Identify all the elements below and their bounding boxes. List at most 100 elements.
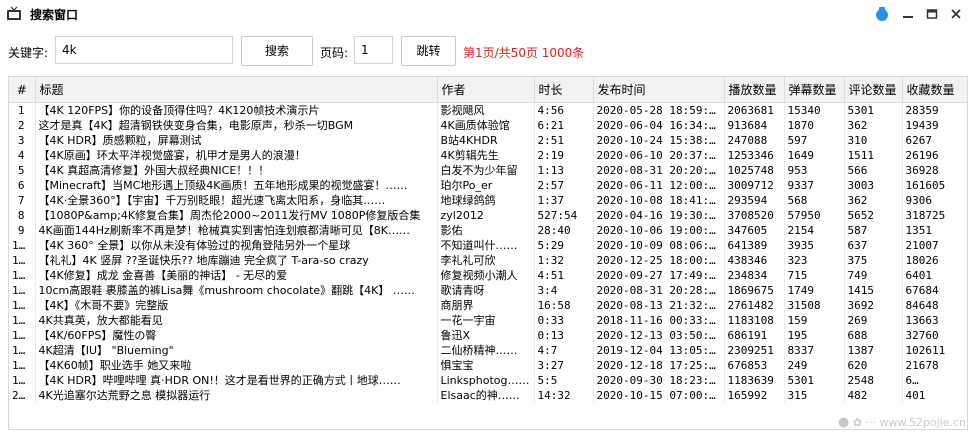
table-cell: 1183108 [724, 313, 785, 328]
results-table[interactable]: # 标题 作者 时长 发布时间 播放数量 弹幕数量 评论数量 收藏数量 1 【4K 120FPS】… [8, 76, 968, 430]
minimize-button[interactable] [898, 4, 918, 24]
table-cell: 310 [844, 133, 903, 148]
table-cell: 527:54 [534, 208, 594, 223]
table-cell: 315 [784, 388, 845, 403]
table-cell: 401 [902, 388, 967, 403]
keyword-label: 关键字: [8, 46, 49, 60]
table-cell: 953 [784, 163, 845, 178]
table-cell: 269 [844, 313, 903, 328]
table-cell: 2020-06-11 12:00:33 [593, 178, 725, 193]
table-cell: 482 [844, 388, 903, 403]
column-header[interactable]: 标题 [35, 77, 438, 103]
table-cell: 2020-06-10 20:37:02 [593, 148, 725, 163]
table-cell: 195 [784, 328, 845, 343]
table-header: # 标题 作者 时长 发布时间 播放数量 弹幕数量 评论数量 收藏数量 [9, 77, 967, 103]
table-cell: 4K画面144Hz刷新率不再是梦！枪械真实到害怕连划痕都清晰可见【8K…… [35, 223, 438, 238]
table-cell: 4K超清【IU】 "Blueming" [35, 343, 438, 358]
table-cell: 1415 [844, 283, 903, 298]
table-cell: 【4K·全景360°】【宇宙】千万别眨眼！超光速飞离太阳系，身临其…… [35, 193, 438, 208]
table-row[interactable]: 18 【4K60帧】职业选手 她又来啦 惧宝宝 3:27 2020-12-18 17:2… [9, 358, 967, 373]
table-cell: 159 [784, 313, 845, 328]
table-cell: 影佑 [437, 223, 535, 238]
table-cell: 1387 [844, 343, 903, 358]
table-cell: 84648 [902, 298, 967, 313]
table-cell: 3:27 [534, 358, 594, 373]
page-input[interactable] [354, 36, 393, 64]
table-cell: 3 [9, 133, 36, 148]
table-cell: 3003 [844, 178, 903, 193]
table-cell: 57950 [784, 208, 845, 223]
table-cell: 10cm高跟鞋 裹膝盖的裤Lisa舞《mushroom chocolate》翻跳… [35, 283, 438, 298]
table-cell: 3935 [784, 238, 845, 253]
table-cell: 568 [784, 193, 845, 208]
table-cell: 31508 [784, 298, 845, 313]
table-cell: 686191 [724, 328, 785, 343]
table-cell: 4K共真英，放大都能看见 [35, 313, 438, 328]
table-row[interactable]: 17 4K超清【IU】 "Blueming" 二仙桥精神…… 4:7 2019-12-0… [9, 343, 967, 358]
table-row[interactable]: 1 【4K 120FPS】你的设备顶得住吗？4K120帧技术演示片 影视飓风 4:56… [9, 102, 967, 118]
table-row[interactable]: 7 【4K·全景360°】【宇宙】千万别眨眼！超光速飞离太阳系，身临其…… 地球绿鸽… [9, 193, 967, 208]
table-cell: Elsaac的神…… [437, 388, 535, 403]
table-row[interactable]: 11 【礼礼】4K 竖屏 ??圣诞快乐?? 地库蹦迪 完全疯了 T-ara-so … [9, 253, 967, 268]
table-cell: 2020-08-31 20:20:39 [593, 163, 725, 178]
table-cell: 2154 [784, 223, 845, 238]
column-header[interactable]: 收藏数量 [902, 77, 967, 103]
table-row[interactable]: 3 【4K HDR】质感颗粒，屏幕测试 B站4KHDR 2:51 2020-10-24 … [9, 133, 967, 148]
table-cell: 1869675 [724, 283, 785, 298]
column-header[interactable]: 时长 [534, 77, 594, 103]
table-cell: 1183639 [724, 373, 785, 388]
table-cell: 19439 [902, 118, 967, 133]
table-cell: 3708520 [724, 208, 785, 223]
table-row[interactable]: 13 10cm高跟鞋 裹膝盖的裤Lisa舞《mushroom chocolate》… [9, 283, 967, 298]
table-row[interactable]: 6 【Minecraft】当MC地形遇上顶级4K画质！五年地形成果的视觉盛宴！……… [9, 178, 967, 193]
column-header[interactable]: 发布时间 [593, 77, 725, 103]
table-cell: 3009712 [724, 178, 785, 193]
table-cell: 1:13 [534, 163, 594, 178]
table-cell: 749 [844, 268, 903, 283]
table-cell: 【4K HDR】质感颗粒，屏幕测试 [35, 133, 438, 148]
skin-icon[interactable] [872, 4, 892, 24]
jump-button[interactable]: 跳转 [401, 36, 456, 66]
table-row[interactable]: 5 【4K 真超高清修复】外国大叔经典NICE！！！ 白发不为少年留 1:13 2020… [9, 163, 967, 178]
close-button[interactable] [946, 4, 966, 24]
table-row[interactable]: 20 4K光追塞尔达荒野之息 模拟器运行 Elsaac的神…… 14:32 2020-1… [9, 388, 967, 403]
table-row[interactable]: 8 【1080P&amp;4K修复合集】周杰伦2000~2011发行MV 1080… [9, 208, 967, 223]
table-cell: 16 [9, 328, 36, 343]
table-cell: 【4K 360° 全景】以你从未没有体验过的视角登陆另外一个星球 [35, 238, 438, 253]
column-header[interactable]: 评论数量 [844, 77, 903, 103]
table-cell: 16:58 [534, 298, 594, 313]
table-cell: 15340 [784, 102, 845, 118]
column-header[interactable]: 播放数量 [724, 77, 785, 103]
table-cell: 2018-11-16 00:33:14 [593, 313, 725, 328]
table-row[interactable]: 4 【4K原画】环太平洋视觉盛宴，机甲才是男人的浪漫！ 4K剪辑先生 2:19 2020… [9, 148, 967, 163]
table-cell: 587 [844, 223, 903, 238]
column-header[interactable]: # [9, 77, 36, 103]
column-header[interactable]: 作者 [437, 77, 535, 103]
table-cell: 620 [844, 358, 903, 373]
column-header[interactable]: 弹幕数量 [784, 77, 845, 103]
table-row[interactable]: 9 4K画面144Hz刷新率不再是梦！枪械真实到害怕连划痕都清晰可见【8K…… 影佑… [9, 223, 967, 238]
table-cell: 18026 [902, 253, 967, 268]
table-row[interactable]: 19 【4K HDR】哔哩哔哩 真·HDR ON!！这才是看世界的正确方式丨地球…… [9, 373, 967, 388]
table-cell: 【4K修复】成龙 金喜善【美丽的神话】 - 无尽的爱 [35, 268, 438, 283]
table-cell: 21678 [902, 358, 967, 373]
table-cell: 【4K HDR】哔哩哔哩 真·HDR ON!！这才是看世界的正确方式丨地球…… [35, 373, 438, 388]
table-row[interactable]: 10 【4K 360° 全景】以你从未没有体验过的视角登陆另外一个星球 不知道叫什…… [9, 238, 967, 253]
keyword-input[interactable] [55, 36, 233, 64]
table-row[interactable]: 16 【4K/60FPS】魔性の臀 鲁迅X 0:13 2020-12-13 03:50:… [9, 328, 967, 343]
table-row[interactable]: 12 【4K修复】成龙 金喜善【美丽的神话】 - 无尽的爱 修复视频小潮人 4:51 2… [9, 268, 967, 283]
table-row[interactable]: 14 【4K】《木哥不要》完整版 商朋界 16:58 2020-08-13 21:32:… [9, 298, 967, 313]
table-cell: 362 [844, 193, 903, 208]
table-cell: 4:7 [534, 343, 594, 358]
table-cell: 1:37 [534, 193, 594, 208]
table-cell: 5 [9, 163, 36, 178]
table-row[interactable]: 15 4K共真英，放大都能看见 一花一宇宙 0:33 2018-11-16 00:33:… [9, 313, 967, 328]
table-cell: 4:56 [534, 102, 594, 118]
table-cell: 0:13 [534, 328, 594, 343]
maximize-button[interactable] [922, 4, 942, 24]
table-cell: 1025748 [724, 163, 785, 178]
window-title: 搜索窗口 [30, 8, 79, 22]
table-cell: 2020-10-06 19:00:57 [593, 223, 725, 238]
table-row[interactable]: 2 这才是真【4K】超清钢铁侠变身合集，电影原声，秒杀一切BGM 4K画质体验馆 6:… [9, 118, 967, 133]
search-button[interactable]: 搜索 [241, 36, 313, 66]
